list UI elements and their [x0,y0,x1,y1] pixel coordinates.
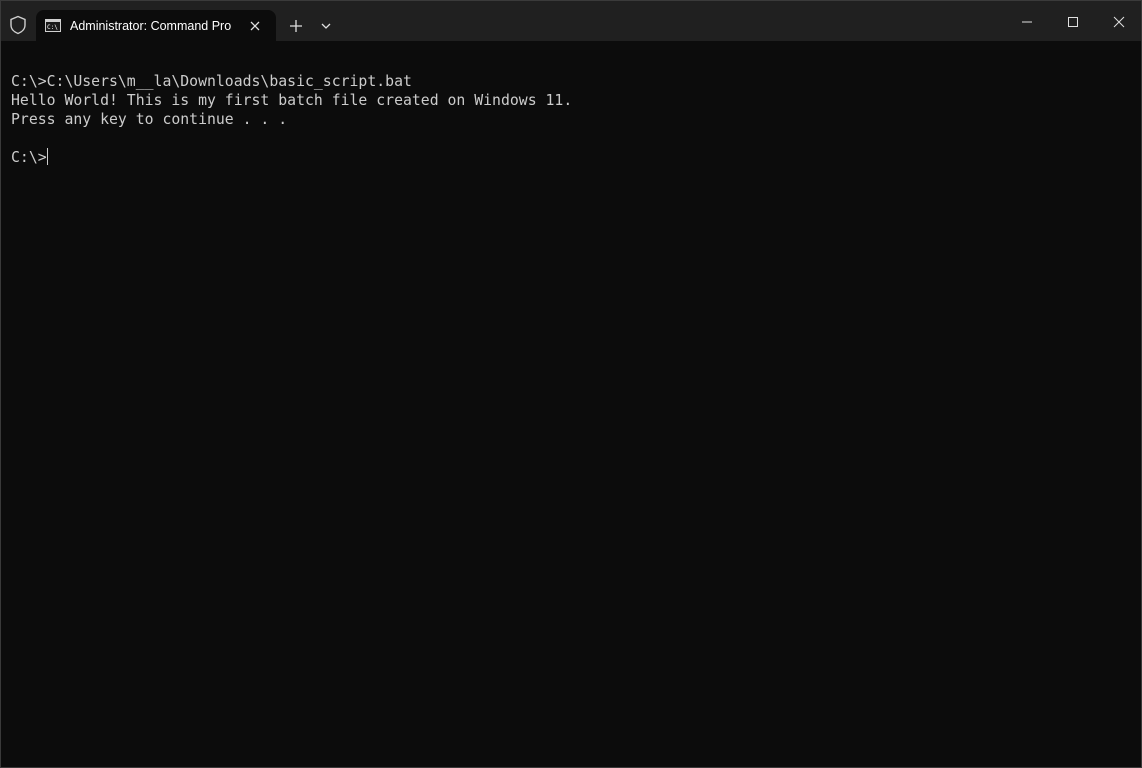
close-icon[interactable] [247,18,263,34]
maximize-icon [1068,17,1078,27]
terminal-line: Hello World! This is my first batch file… [11,92,573,109]
terminal-line: Press any key to continue . . . [11,111,288,128]
chevron-down-icon[interactable] [315,14,337,38]
plus-icon[interactable] [283,14,309,38]
terminal-window: C:\ Administrator: Command Pro C:\>C:\Us… [0,0,1142,768]
close-button[interactable] [1096,1,1141,41]
prompt-text: C:\> [11,149,47,166]
scrollbar[interactable] [1135,41,1141,767]
cmd-icon: C:\ [45,19,61,32]
tab-title: Administrator: Command Pro [70,19,232,33]
close-icon [1113,16,1125,28]
prompt-line: C:\> [11,148,48,167]
title-bar[interactable]: C:\ Administrator: Command Pro [1,1,1141,41]
terminal-output[interactable]: C:\>C:\Users\m__la\Downloads\basic_scrip… [1,41,1141,767]
minimize-button[interactable] [1004,1,1050,41]
tab-command-prompt[interactable]: C:\ Administrator: Command Pro [36,10,276,41]
svg-text:C:\: C:\ [47,24,58,31]
text-cursor [46,148,48,165]
terminal-line: C:\>C:\Users\m__la\Downloads\basic_scrip… [11,73,412,90]
minimize-icon [1022,21,1032,23]
shield-icon [10,15,26,35]
maximize-button[interactable] [1050,1,1096,41]
